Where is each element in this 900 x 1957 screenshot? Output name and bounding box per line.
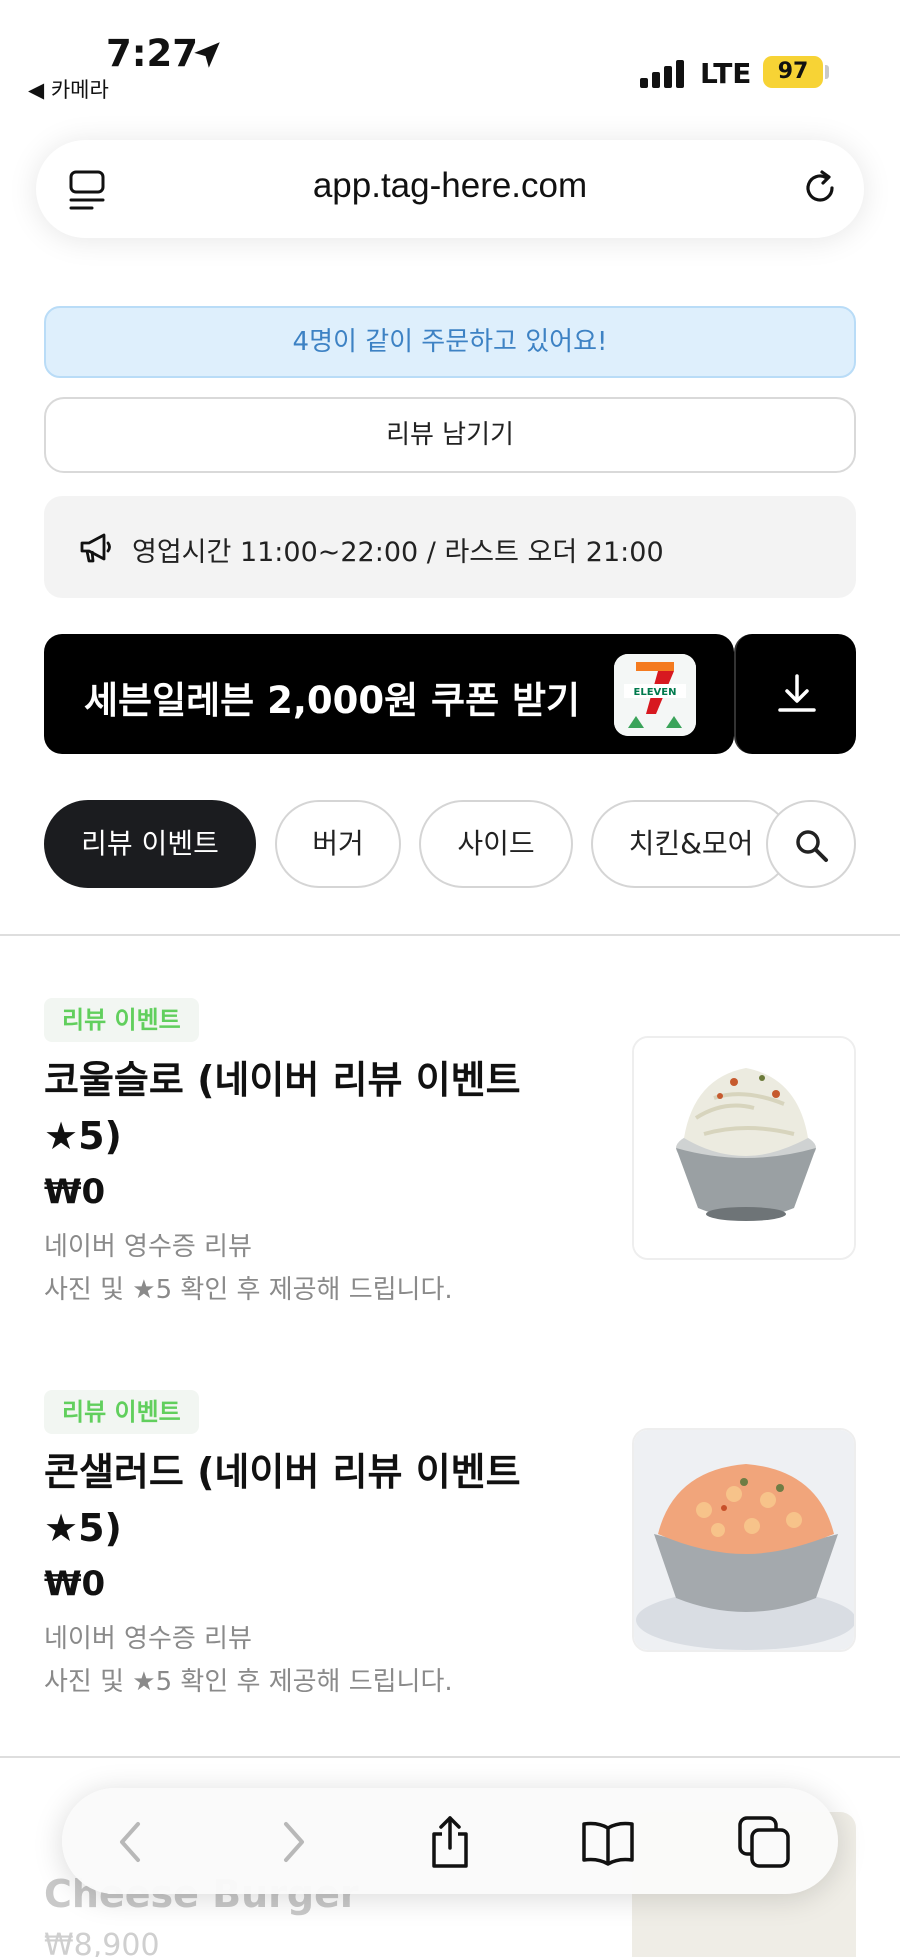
forward-icon[interactable] — [264, 1814, 320, 1870]
item-desc-line: 사진 및 ★5 확인 후 제공해 드립니다. — [44, 1275, 453, 1305]
leave-review-button[interactable]: 리뷰 남기기 — [44, 397, 856, 473]
network-type: LTE — [700, 57, 752, 90]
location-arrow-icon — [194, 42, 220, 68]
category-chip-review-event[interactable]: 리뷰 이벤트 — [44, 800, 256, 888]
menu-item[interactable]: 리뷰 이벤트 코울슬로 (네이버 리뷰 이벤트 ★5) ₩0 네이버 영수증 리… — [44, 998, 856, 1318]
corn-salad-photo — [632, 1428, 856, 1652]
coupon-download-button[interactable] — [734, 634, 856, 754]
svg-text:ELEVEN: ELEVEN — [634, 687, 677, 698]
coupon-banner[interactable]: 세븐일레븐 2,000원 쿠폰 받기 ELEVEN — [44, 634, 734, 754]
seven-eleven-logo: ELEVEN — [614, 654, 696, 736]
category-chip-burger[interactable]: 버거 — [275, 800, 401, 888]
share-icon[interactable] — [422, 1814, 478, 1870]
back-to-app-link[interactable]: ◀ 카메라 — [28, 74, 109, 104]
signal-icon — [640, 60, 684, 88]
address-bar[interactable]: app.tag-here.com — [36, 140, 864, 238]
search-icon — [796, 830, 828, 862]
next-item-price: ₩8,900 — [44, 1928, 160, 1957]
group-order-notice: 4명이 같이 주문하고 있어요! — [44, 306, 856, 378]
item-desc-line: 네이버 영수증 리뷰 — [44, 1232, 252, 1262]
category-chip-side[interactable]: 사이드 — [419, 800, 573, 888]
status-time: 7:27 — [106, 32, 199, 75]
item-price: ₩0 — [44, 1172, 106, 1212]
item-description: 네이버 영수증 리뷰 사진 및 ★5 확인 후 제공해 드립니다. — [44, 1618, 453, 1704]
status-bar: 7:27 ◀ 카메라 LTE 97 — [0, 0, 900, 102]
reload-icon[interactable] — [798, 166, 842, 210]
coleslaw-photo — [632, 1036, 856, 1260]
item-name: 코울슬로 (네이버 리뷰 이벤트 ★5) — [44, 1058, 521, 1158]
item-badge: 리뷰 이벤트 — [44, 998, 199, 1042]
business-hours-notice: 영업시간 11:00~22:00 / 라스트 오더 21:00 — [44, 496, 856, 598]
browser-toolbar — [62, 1788, 838, 1894]
item-badge: 리뷰 이벤트 — [44, 1390, 199, 1434]
item-description: 네이버 영수증 리뷰 사진 및 ★5 확인 후 제공해 드립니다. — [44, 1226, 453, 1312]
section-divider — [0, 1756, 900, 1758]
menu-search-button[interactable] — [766, 800, 856, 888]
megaphone-icon — [80, 533, 111, 563]
battery-nub — [825, 65, 829, 79]
business-hours-text: 영업시간 11:00~22:00 / 라스트 오더 21:00 — [132, 537, 664, 568]
menu-item[interactable]: 리뷰 이벤트 콘샐러드 (네이버 리뷰 이벤트 ★5) ₩0 네이버 영수증 리… — [44, 1390, 856, 1710]
item-name: 콘샐러드 (네이버 리뷰 이벤트 ★5) — [44, 1450, 521, 1550]
url-text[interactable]: app.tag-here.com — [36, 166, 864, 206]
tabs-icon[interactable] — [736, 1814, 792, 1870]
item-desc-line: 네이버 영수증 리뷰 — [44, 1624, 252, 1654]
item-desc-line: 사진 및 ★5 확인 후 제공해 드립니다. — [44, 1667, 453, 1697]
back-icon[interactable] — [104, 1814, 160, 1870]
coupon-text: 세븐일레븐 2,000원 쿠폰 받기 — [84, 679, 581, 722]
battery-indicator: 97 — [763, 56, 823, 88]
item-price: ₩0 — [44, 1564, 106, 1604]
category-tabs: 리뷰 이벤트 버거 사이드 치킨&모어 — [44, 800, 856, 890]
download-icon — [778, 674, 816, 712]
category-chip-chicken-more[interactable]: 치킨&모어 — [591, 800, 791, 888]
bookmarks-icon[interactable] — [580, 1814, 636, 1870]
section-divider — [0, 934, 900, 936]
